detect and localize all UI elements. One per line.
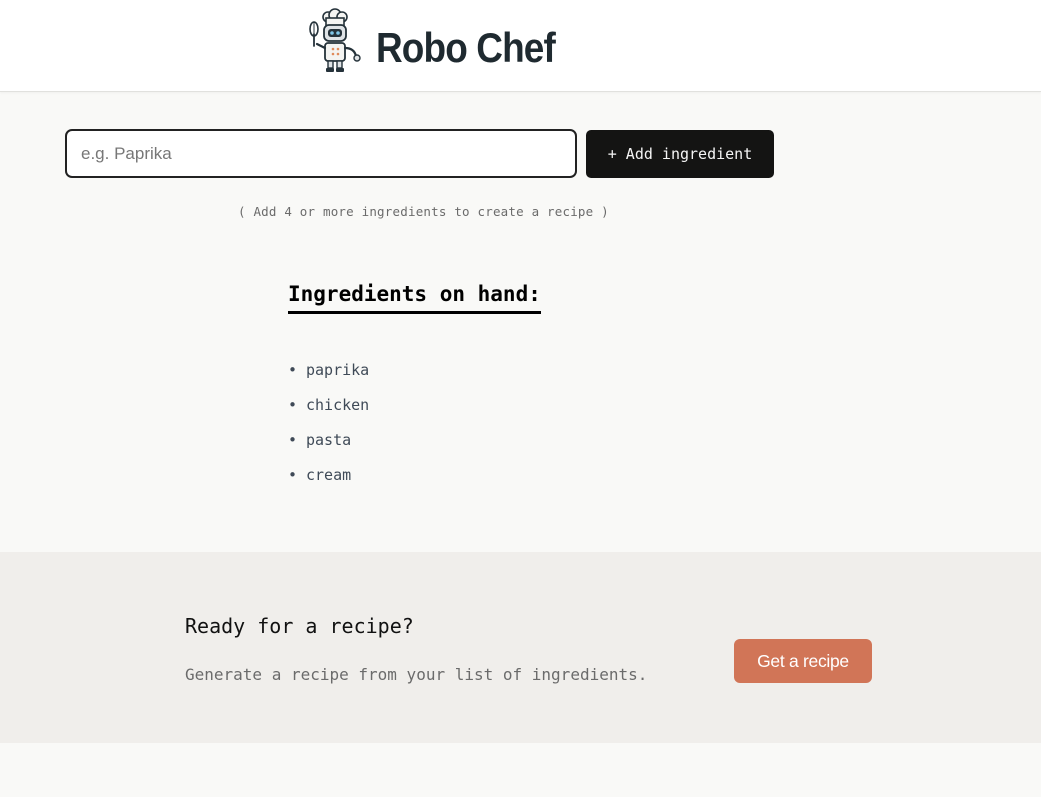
ingredient-name: pasta [306, 431, 352, 449]
ingredient-name: cream [306, 466, 352, 484]
robot-chef-icon [309, 8, 361, 72]
cta-description: Generate a recipe from your list of ingr… [185, 665, 648, 684]
ingredient-name: paprika [306, 361, 370, 379]
list-item: • chicken [288, 393, 369, 428]
list-item: • paprika [288, 358, 369, 393]
bullet-icon: • [288, 361, 298, 379]
get-recipe-button[interactable]: Get a recipe [734, 639, 872, 683]
ingredient-list: • paprika • chicken • pasta • cream [288, 358, 369, 498]
site-header: Robo Chef [0, 0, 1041, 92]
cta-title: Ready for a recipe? [185, 614, 414, 638]
get-recipe-section: Ready for a recipe? Generate a recipe fr… [0, 552, 1041, 743]
ingredient-input[interactable] [65, 129, 577, 178]
bullet-icon: • [288, 466, 298, 484]
bullet-icon: • [288, 396, 298, 414]
bullet-icon: • [288, 431, 298, 449]
minimum-ingredients-hint: ( Add 4 or more ingredients to create a … [238, 204, 609, 219]
ingredients-heading: Ingredients on hand: [288, 280, 541, 314]
ingredient-name: chicken [306, 396, 370, 414]
app-title: Robo Chef [376, 24, 556, 71]
list-item: • cream [288, 463, 369, 498]
list-item: • pasta [288, 428, 369, 463]
add-ingredient-button[interactable]: + Add ingredient [586, 130, 774, 178]
